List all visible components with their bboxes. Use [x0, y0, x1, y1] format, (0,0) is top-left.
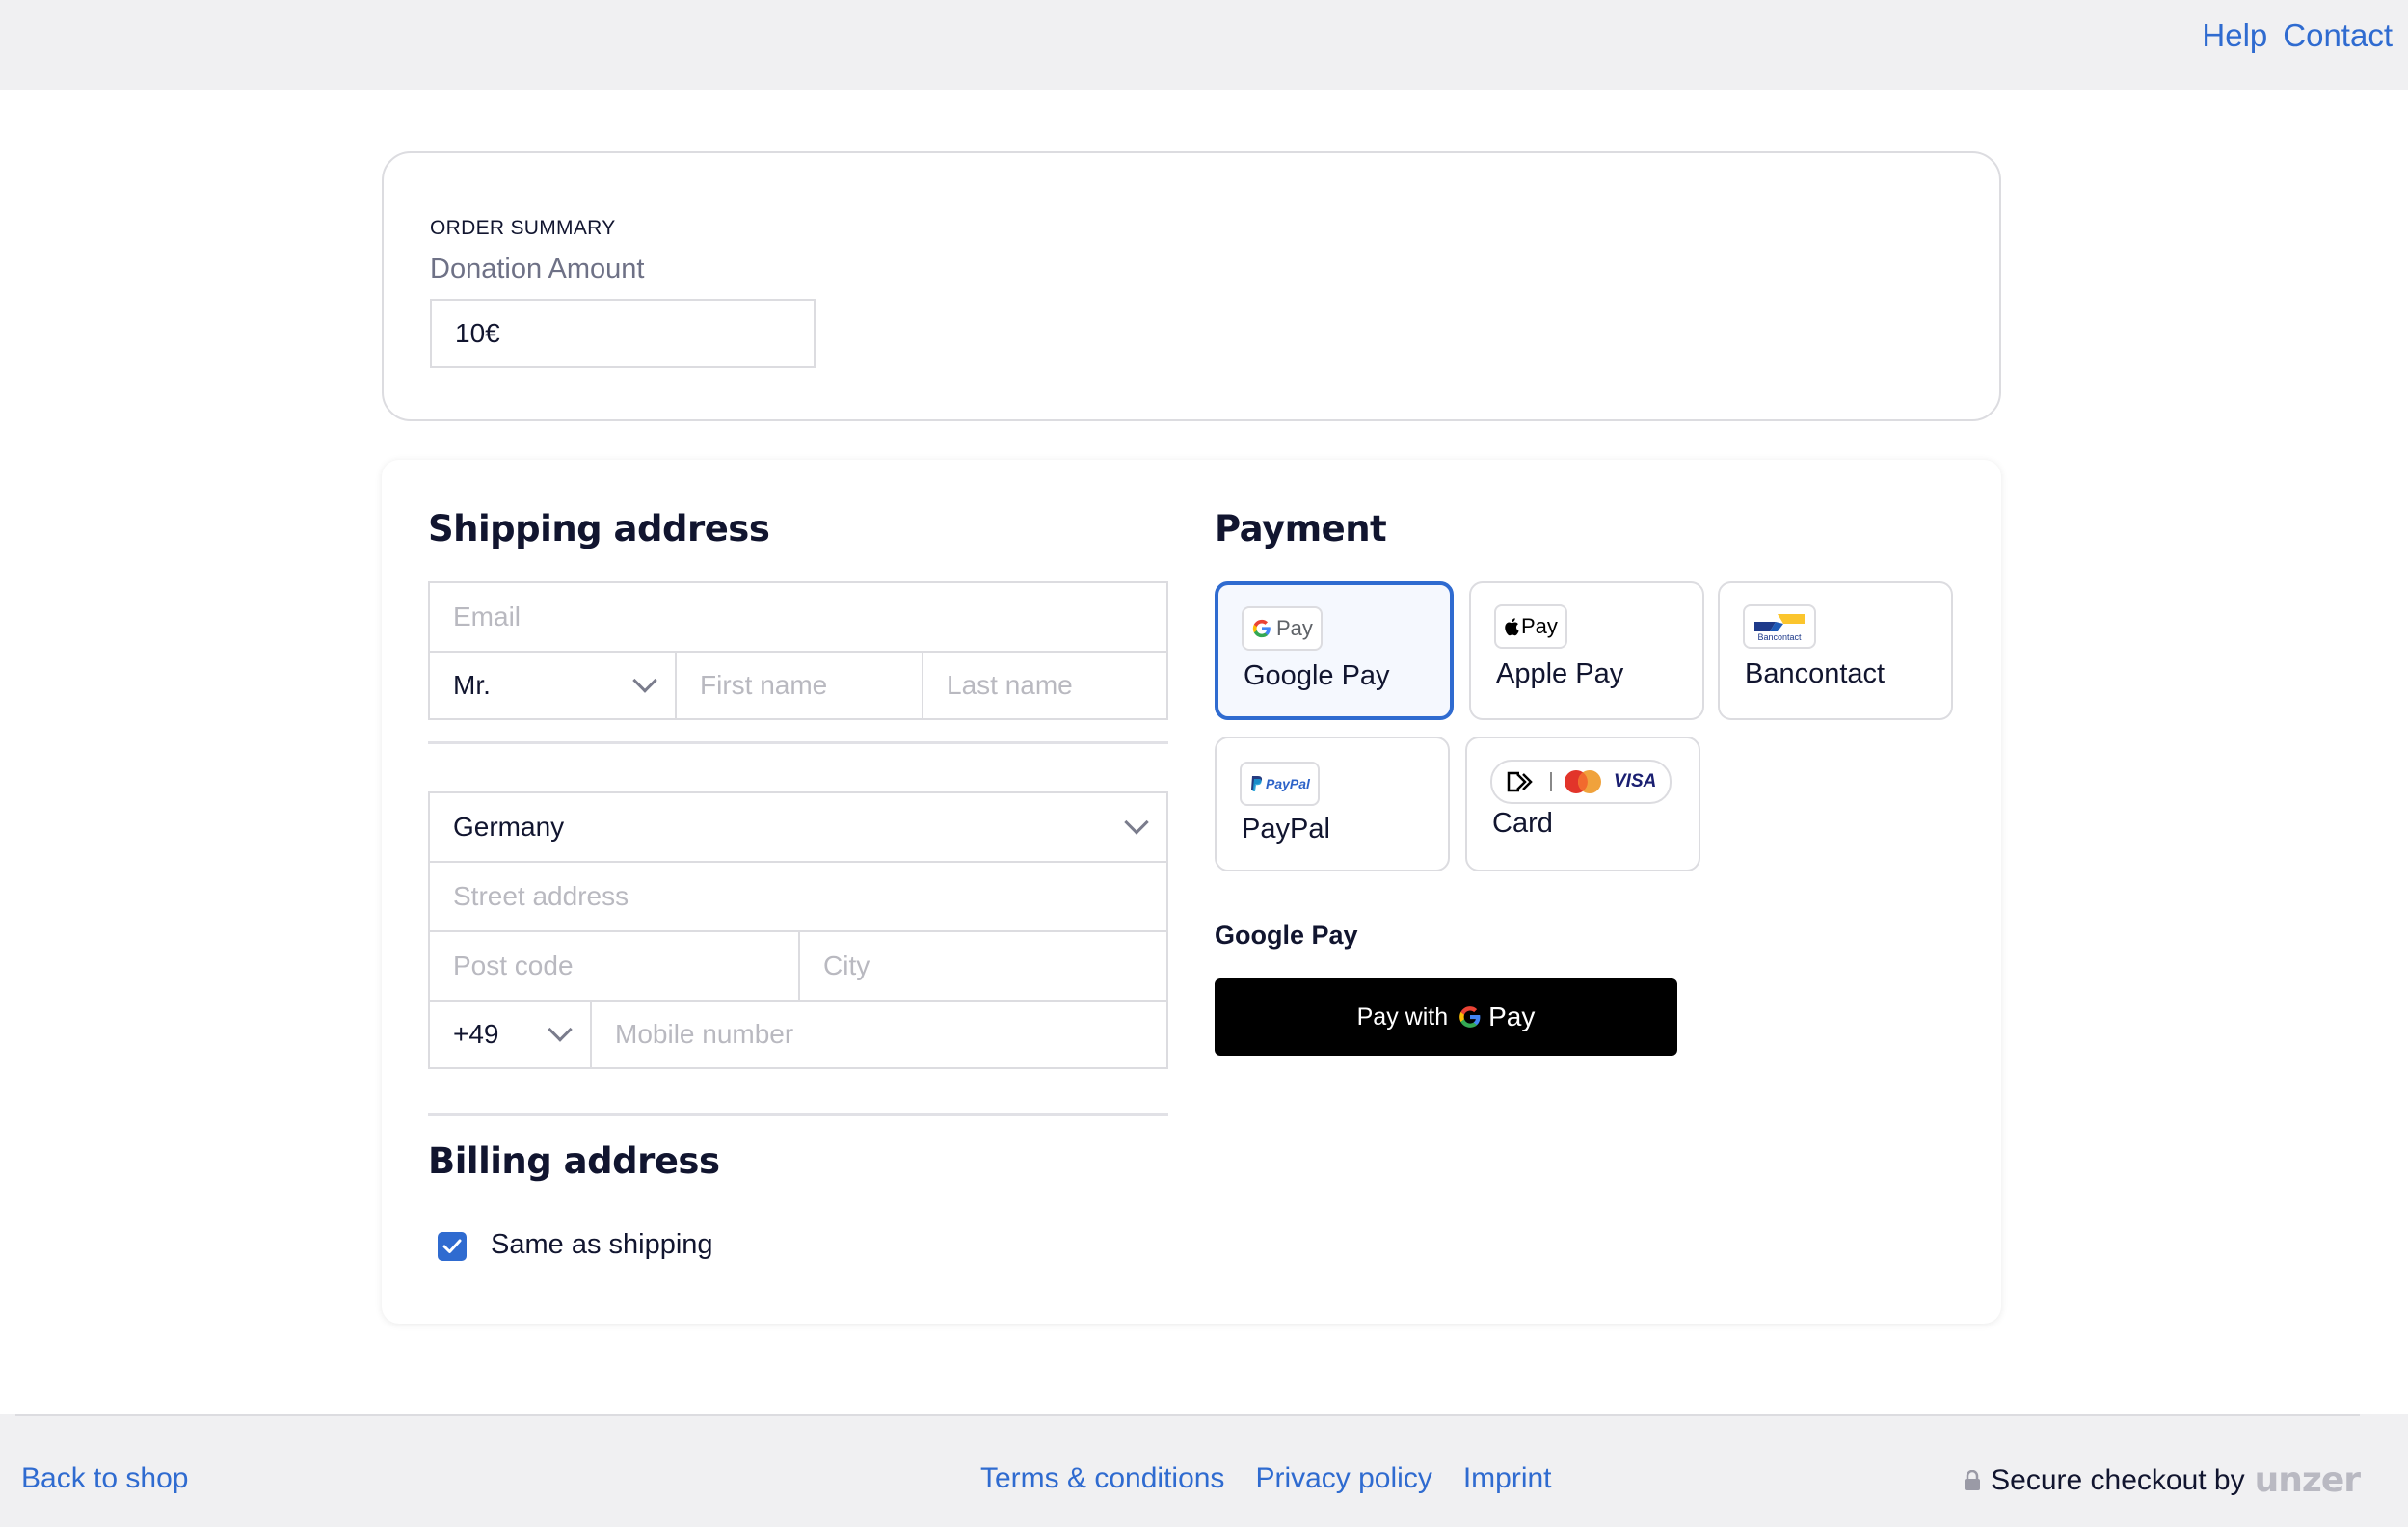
donation-amount-label: Donation Amount [430, 254, 645, 284]
mobile-number-field[interactable]: Mobile number [590, 1000, 1168, 1069]
imprint-link[interactable]: Imprint [1463, 1462, 1552, 1495]
apple-pay-logo: Pay [1494, 604, 1567, 649]
chevron-down-icon [1124, 810, 1149, 835]
phone-prefix-value: +49 [453, 1019, 499, 1049]
chevron-down-icon [548, 1017, 573, 1042]
order-summary-heading: ORDER SUMMARY [430, 217, 616, 239]
footer: Back to shop Terms & conditions Privacy … [0, 1414, 2408, 1527]
terms-link[interactable]: Terms & conditions [980, 1462, 1224, 1495]
google-g-icon [1252, 619, 1271, 638]
top-links: Help Contact [2202, 17, 2393, 54]
mastercard-icon [1565, 770, 1601, 793]
lock-icon [1965, 1469, 1981, 1490]
payment-method-bancontact[interactable]: Bancontact Bancontact [1718, 581, 1953, 720]
street-address-field[interactable]: Street address [428, 861, 1168, 932]
paypal-p-icon [1251, 776, 1263, 791]
pay-button-brand: Pay [1488, 1002, 1536, 1031]
card-brands-logo: VISA [1490, 760, 1672, 804]
shipping-address-heading: Shipping address [428, 508, 770, 549]
payment-method-name: Google Pay [1244, 660, 1390, 691]
pay-with-google-pay-button[interactable]: Pay with Pay [1215, 978, 1677, 1056]
top-bar: Help Contact [0, 0, 2408, 90]
help-link[interactable]: Help [2202, 17, 2267, 54]
payment-method-name: Card [1492, 808, 1553, 839]
payment-method-apple-pay[interactable]: Pay Apple Pay [1469, 581, 1704, 720]
donation-amount-input[interactable]: 10€ [430, 299, 816, 368]
applepay-logo-text: Pay [1521, 614, 1558, 638]
divider [428, 741, 1168, 744]
city-field[interactable]: City [798, 930, 1168, 1002]
first-name-field[interactable]: First name [675, 651, 923, 720]
selected-method-title: Google Pay [1215, 921, 1358, 950]
billing-address-heading: Billing address [428, 1140, 720, 1182]
payment-method-card[interactable]: VISA Card [1465, 737, 1700, 871]
pay-button-prefix: Pay with [1356, 1003, 1449, 1031]
bancontact-logo-text: Bancontact [1757, 631, 1802, 642]
payment-method-google-pay[interactable]: Pay Google Pay [1215, 581, 1454, 720]
same-as-shipping-label[interactable]: Same as shipping [491, 1229, 713, 1261]
unzer-logo: unzer [2254, 1460, 2361, 1500]
back-to-shop-link[interactable]: Back to shop [21, 1462, 188, 1495]
payment-method-paypal[interactable]: PayPal PayPal [1215, 737, 1450, 871]
secure-checkout: Secure checkout by unzer [1964, 1460, 2361, 1500]
privacy-policy-link[interactable]: Privacy policy [1255, 1462, 1431, 1495]
chevron-down-icon [632, 668, 657, 693]
payment-method-name: Bancontact [1745, 658, 1886, 689]
post-code-field[interactable]: Post code [428, 930, 800, 1002]
bancontact-mark-icon [1754, 613, 1805, 631]
checkmark-icon [442, 1239, 462, 1253]
country-value: Germany [453, 812, 565, 842]
footer-links: Terms & conditions Privacy policy Imprin… [980, 1462, 1552, 1495]
google-pay-logo: Pay [1242, 606, 1323, 651]
visa-logo: VISA [1614, 771, 1657, 791]
country-select[interactable]: Germany [428, 791, 1168, 863]
payment-method-name: PayPal [1242, 814, 1330, 844]
salutation-select[interactable]: Mr. [428, 651, 677, 720]
separator [1550, 772, 1552, 791]
click-to-pay-icon [1507, 771, 1533, 792]
google-g-icon [1459, 1006, 1481, 1028]
divider [428, 1113, 1168, 1116]
secure-checkout-label: Secure checkout by [1991, 1463, 2245, 1496]
gpay-logo-text: Pay [1276, 616, 1313, 640]
phone-prefix-select[interactable]: +49 [428, 1000, 592, 1069]
bancontact-logo: Bancontact [1743, 604, 1816, 649]
payment-method-name: Apple Pay [1496, 658, 1624, 689]
paypal-logo: PayPal [1240, 762, 1320, 806]
contact-link[interactable]: Contact [2283, 17, 2393, 54]
checkout-card: Shipping address Email Mr. First name La… [382, 460, 2001, 1324]
apple-icon [1505, 618, 1519, 636]
order-summary-card: ORDER SUMMARY Donation Amount 10€ [382, 151, 2001, 421]
footer-divider [15, 1414, 2360, 1416]
last-name-field[interactable]: Last name [922, 651, 1168, 720]
same-as-shipping-checkbox[interactable] [438, 1232, 467, 1261]
payment-heading: Payment [1215, 508, 1387, 549]
salutation-value: Mr. [453, 670, 491, 700]
email-field[interactable]: Email [428, 581, 1168, 653]
paypal-logo-text: PayPal [1266, 776, 1310, 791]
